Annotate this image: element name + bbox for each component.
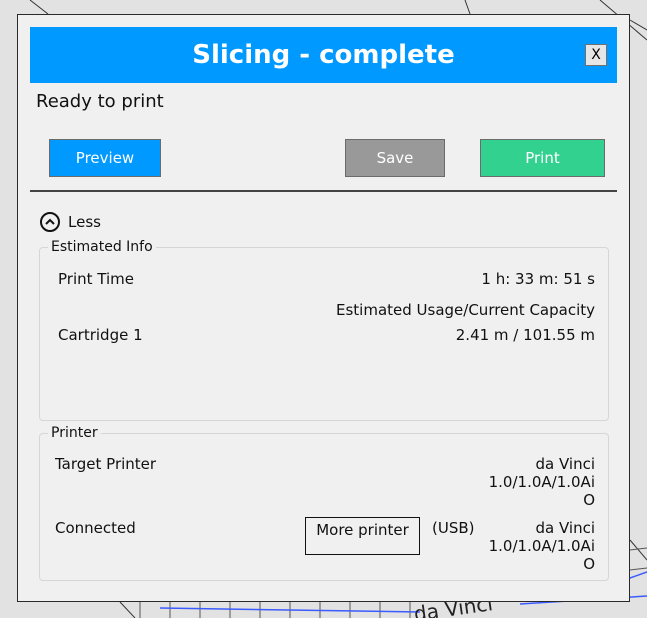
target-printer-value: da Vinci 1.0/1.0A/1.0Ai O bbox=[488, 455, 595, 509]
save-button[interactable]: Save bbox=[345, 139, 445, 177]
target-printer-label: Target Printer bbox=[55, 455, 157, 473]
printer-title: Printer bbox=[48, 425, 101, 441]
usage-header: Estimated Usage/Current Capacity bbox=[336, 301, 595, 319]
cartridge-value: 2.41 m / 101.55 m bbox=[455, 326, 595, 344]
connected-printer-value: da Vinci 1.0/1.0A/1.0Ai O bbox=[488, 519, 595, 573]
status-text: Ready to print bbox=[36, 91, 164, 112]
close-button[interactable]: X bbox=[585, 44, 607, 66]
print-time-value: 1 h: 33 m: 51 s bbox=[481, 270, 595, 288]
print-time-label: Print Time bbox=[58, 270, 134, 288]
divider bbox=[30, 190, 617, 192]
print-button[interactable]: Print bbox=[480, 139, 605, 177]
estimated-info-title: Estimated Info bbox=[48, 239, 156, 255]
less-label: Less bbox=[68, 213, 101, 231]
cartridge-label: Cartridge 1 bbox=[58, 326, 143, 344]
preview-button[interactable]: Preview bbox=[49, 139, 161, 177]
more-printer-button[interactable]: More printer bbox=[305, 517, 420, 555]
title-bar: Slicing - complete X bbox=[30, 27, 617, 83]
connected-label: Connected bbox=[55, 519, 136, 537]
chevron-up-icon bbox=[40, 212, 60, 232]
dialog-title: Slicing - complete bbox=[192, 40, 455, 70]
slicing-dialog: Slicing - complete X Ready to print Prev… bbox=[17, 14, 630, 602]
